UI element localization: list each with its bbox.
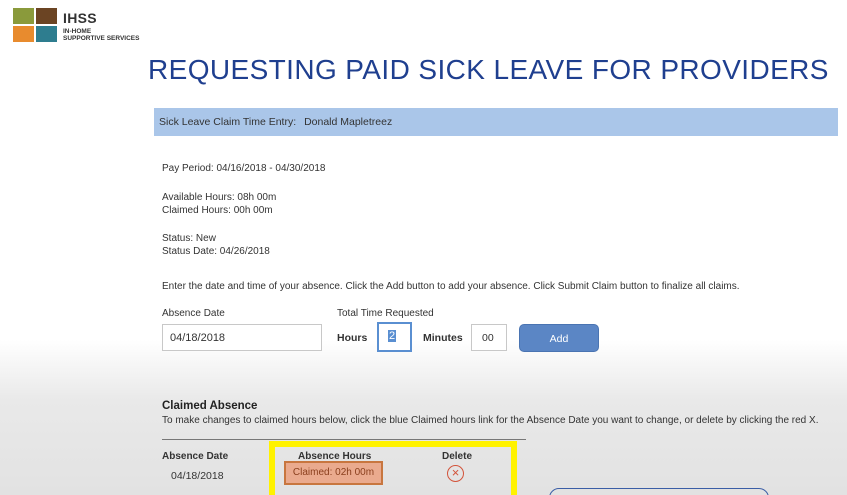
logo-square-teal: [36, 26, 57, 42]
claimed-hours: Claimed Hours: 00h 00m: [162, 205, 273, 216]
status-date: Status Date: 04/26/2018: [162, 246, 270, 257]
logo-square-green: [13, 8, 34, 24]
absence-date-label: Absence Date: [162, 308, 225, 319]
submit-claim-button[interactable]: [549, 488, 769, 495]
pay-period: Pay Period: 04/16/2018 - 04/30/2018: [162, 163, 326, 174]
claimed-hours-link[interactable]: Claimed: 02h 00m: [284, 461, 383, 485]
table-divider: [162, 439, 526, 440]
available-hours: Available Hours: 08h 00m: [162, 192, 277, 203]
logo-square-brown: [36, 8, 57, 24]
claimed-absence-title: Claimed Absence: [162, 400, 258, 412]
add-button[interactable]: Add: [519, 324, 599, 352]
minutes-input[interactable]: 00: [471, 324, 507, 351]
claim-entry-label: Sick Leave Claim Time Entry:: [159, 116, 297, 128]
page-title: REQUESTING PAID SICK LEAVE FOR PROVIDERS: [148, 54, 829, 85]
logo-name: IHSS: [63, 10, 97, 26]
logo-subtitle-line1: IN-HOME: [63, 28, 92, 35]
logo-subtitle: IN-HOME SUPPORTIVE SERVICES: [63, 28, 139, 42]
logo-square-orange: [13, 26, 34, 42]
close-circle-icon[interactable]: ×: [447, 465, 464, 482]
claim-entry-header: Sick Leave Claim Time Entry: Donald Mapl…: [154, 108, 838, 136]
absence-date-input[interactable]: 04/18/2018: [162, 324, 322, 351]
total-time-label: Total Time Requested: [337, 308, 434, 319]
row-absence-date: 04/18/2018: [171, 470, 224, 482]
status: Status: New: [162, 233, 216, 244]
logo-subtitle-line2: SUPPORTIVE SERVICES: [63, 35, 140, 42]
claimed-absence-description: To make changes to claimed hours below, …: [162, 415, 819, 426]
hours-label: Hours: [337, 332, 368, 344]
ihss-logo: IHSS IN-HOME SUPPORTIVE SERVICES: [13, 8, 153, 48]
provider-name: Donald Mapletreez: [304, 116, 393, 128]
hours-input[interactable]: 2: [377, 322, 412, 352]
instructions: Enter the date and time of your absence.…: [162, 281, 740, 292]
hours-value: 2: [388, 330, 397, 342]
minutes-label: Minutes: [423, 332, 463, 344]
column-header-date: Absence Date: [162, 451, 229, 462]
